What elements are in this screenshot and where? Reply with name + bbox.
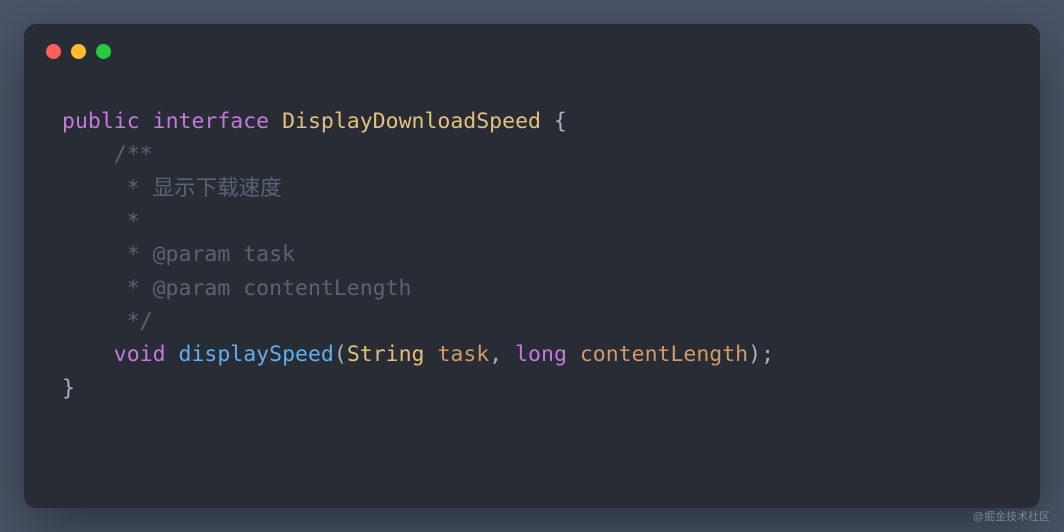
traffic-lights — [24, 44, 1040, 77]
param-contentlength: contentLength — [580, 342, 748, 367]
keyword-public: public — [62, 109, 140, 134]
comment-line: * @param task — [62, 242, 295, 267]
comment-line: * — [62, 209, 140, 234]
brace-open: { — [541, 109, 567, 134]
paren-open: ( — [334, 342, 347, 367]
method-name: displaySpeed — [179, 342, 334, 367]
comment-line: * 显示下载速度 — [62, 176, 282, 201]
comma: , — [489, 342, 515, 367]
param-task: task — [437, 342, 489, 367]
keyword-void: void — [114, 342, 166, 367]
indent — [62, 342, 114, 367]
keyword-interface: interface — [153, 109, 270, 134]
close-icon[interactable] — [46, 44, 61, 59]
brace-close: } — [62, 376, 75, 401]
paren-close-semi: ); — [748, 342, 774, 367]
minimize-icon[interactable] — [71, 44, 86, 59]
type-string: String — [347, 342, 425, 367]
maximize-icon[interactable] — [96, 44, 111, 59]
code-block: public interface DisplayDownloadSpeed { … — [24, 77, 1040, 433]
comment-line: * @param contentLength — [62, 276, 412, 301]
code-window: public interface DisplayDownloadSpeed { … — [24, 24, 1040, 508]
keyword-long: long — [515, 342, 567, 367]
comment-line: /** — [62, 142, 153, 167]
watermark: @掘金技术社区 — [973, 508, 1050, 524]
type-name: DisplayDownloadSpeed — [282, 109, 541, 134]
comment-line: */ — [62, 309, 153, 334]
